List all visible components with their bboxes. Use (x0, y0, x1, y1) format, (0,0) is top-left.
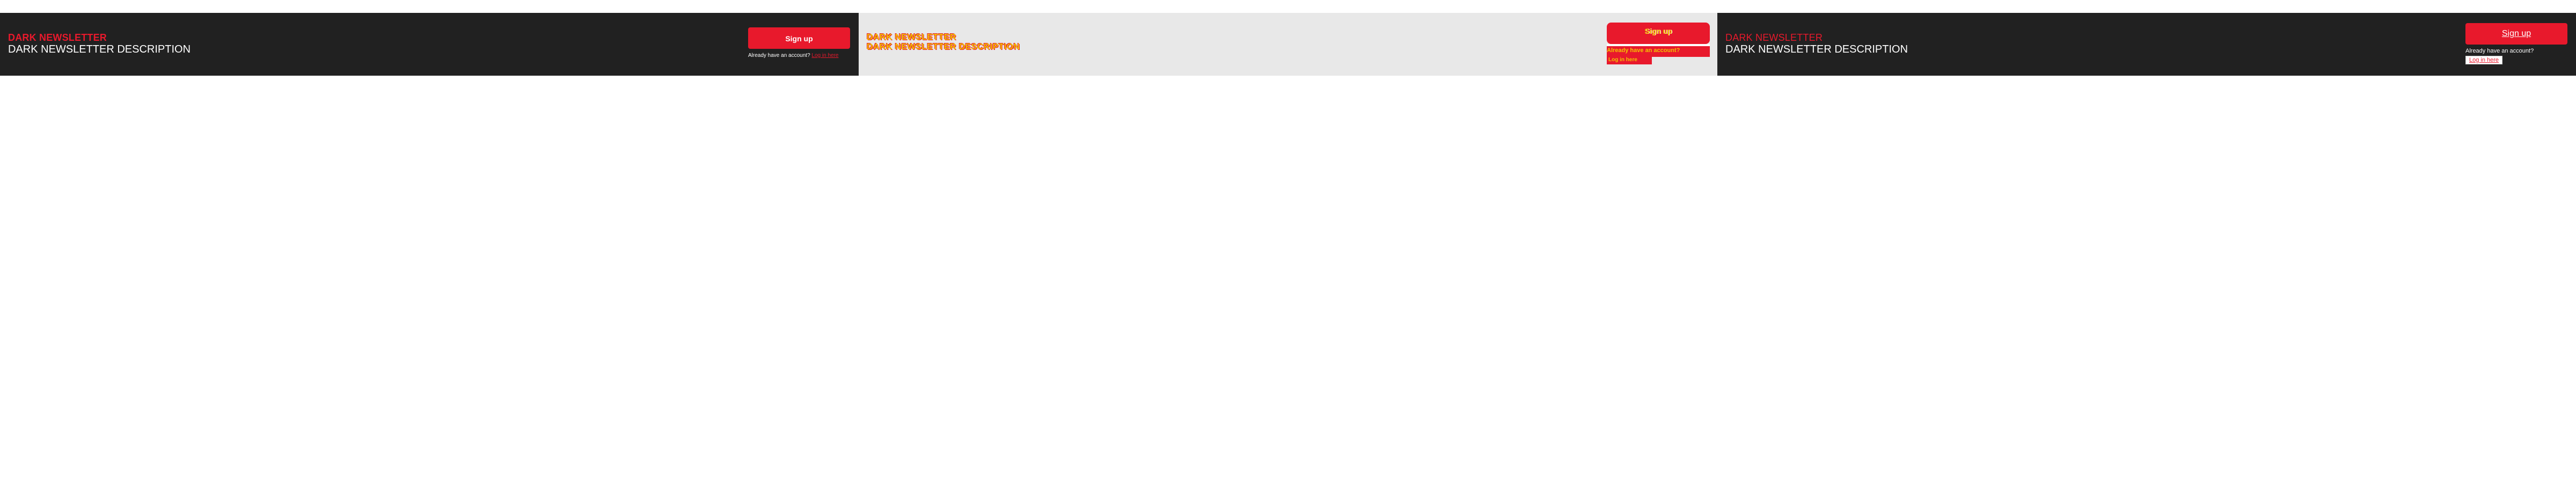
account-prompt: Already have an account? (1607, 47, 1680, 54)
newsletter-title: DARK NEWSLETTER (867, 33, 956, 42)
newsletter-cta: Sign up Already have an account? Log in … (748, 27, 850, 58)
newsletter-text: DARK NEWSLETTER DARK NEWSLETTER DESCRIPT… (1725, 33, 1908, 55)
login-link[interactable]: Log in here (2465, 56, 2503, 64)
newsletter-description: DARK NEWSLETTER DESCRIPTION (8, 43, 191, 55)
login-link[interactable]: Log in here (1607, 56, 1652, 64)
newsletter-description: DARK NEWSLETTER DESCRIPTION (1725, 43, 1908, 55)
newsletter-text: DARK NEWSLETTER DARK NEWSLETTER DESCRIPT… (867, 33, 1020, 52)
account-prompt: Already have an account? (2465, 48, 2534, 54)
newsletter-cta: Sign up Already have an account? Log in … (2465, 23, 2567, 64)
newsletter-panel-1: DARK NEWSLETTER DARK NEWSLETTER DESCRIPT… (0, 13, 859, 76)
newsletter-strip: DARK NEWSLETTER DARK NEWSLETTER DESCRIPT… (0, 13, 2576, 76)
signup-button[interactable]: Sign up (1607, 23, 1710, 44)
account-prompt: Already have an account? (748, 53, 810, 58)
login-link[interactable]: Log in here (811, 53, 838, 58)
signup-button[interactable]: Sign up (748, 27, 850, 49)
newsletter-cta: Sign up Already have an account? Log in … (1607, 23, 1710, 64)
newsletter-text: DARK NEWSLETTER DARK NEWSLETTER DESCRIPT… (8, 33, 191, 55)
signup-button[interactable]: Sign up (2465, 23, 2567, 45)
newsletter-title: DARK NEWSLETTER (8, 32, 107, 43)
account-prompt-row: Already have an account? Log in here (748, 53, 850, 58)
newsletter-description: DARK NEWSLETTER DESCRIPTION (867, 42, 1020, 52)
newsletter-panel-2: DARK NEWSLETTER DARK NEWSLETTER DESCRIPT… (859, 13, 1717, 76)
newsletter-panel-3: DARK NEWSLETTER DARK NEWSLETTER DESCRIPT… (1717, 13, 2576, 76)
newsletter-title: DARK NEWSLETTER (1725, 32, 1823, 43)
